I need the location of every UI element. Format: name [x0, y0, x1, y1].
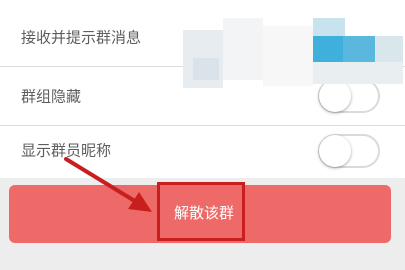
highlight-box: 解散该群: [157, 182, 245, 241]
show-nicknames-label: 显示群员昵称: [21, 141, 112, 160]
group-settings-list: 接收并提示群消息 群组隐藏 显示群员昵称: [0, 0, 405, 178]
hide-group-label: 群组隐藏: [21, 87, 82, 106]
toggle-knob: [319, 135, 351, 167]
show-nicknames-toggle[interactable]: [318, 134, 380, 168]
disband-group-label[interactable]: 解散该群: [160, 185, 248, 244]
redaction-mosaic: [183, 18, 405, 98]
danger-area: 解散该群: [9, 182, 391, 243]
receive-messages-label: 接收并提示群消息: [21, 28, 142, 47]
settings-row-show-nicknames: 显示群员昵称: [0, 121, 405, 179]
